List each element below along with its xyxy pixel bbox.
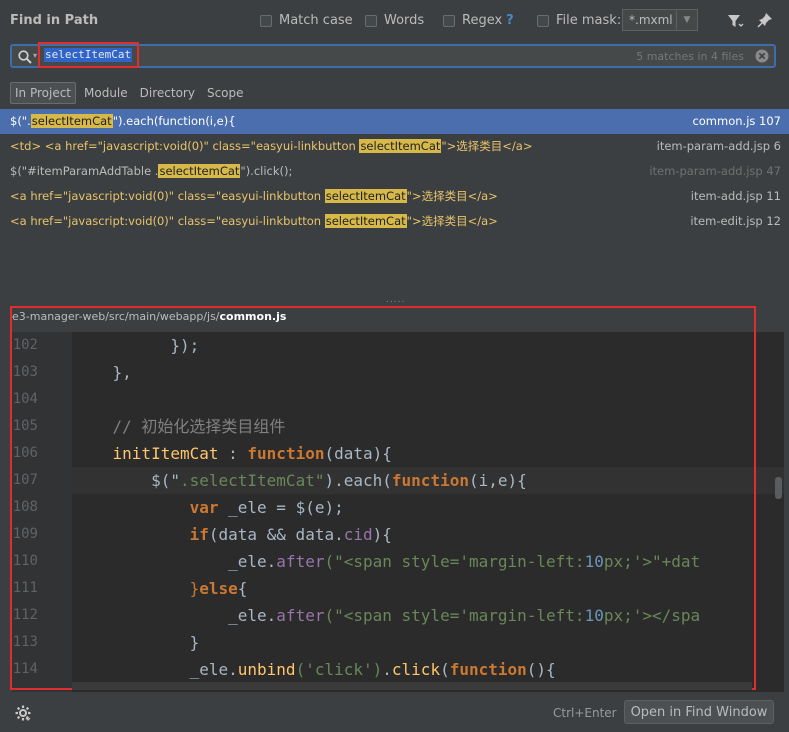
horizontal-scrollbar[interactable]	[72, 682, 752, 690]
scope-tabs: In Project Module Directory Scope	[10, 82, 252, 104]
filter-icon[interactable]	[726, 12, 744, 30]
search-icon[interactable]	[17, 49, 33, 65]
file-mask-label: File mask:	[556, 13, 622, 28]
result-row[interactable]: <td> <a href="javascript:void(0)" class=…	[0, 134, 789, 159]
results-list: $(".selectItemCat").each(function(i,e){ …	[0, 109, 789, 234]
shortcut-hint: Ctrl+Enter	[553, 706, 617, 720]
file-mask-select[interactable]: *.mxml ▼	[622, 9, 698, 31]
search-field-container[interactable]: ▾ selectItemCat 5 matches in 4 files	[10, 42, 776, 68]
match-case-option[interactable]: Match case	[260, 13, 353, 28]
gear-icon[interactable]	[14, 704, 32, 722]
tab-module[interactable]: Module	[80, 83, 132, 103]
tab-in-project[interactable]: In Project	[10, 82, 77, 104]
search-input[interactable]: selectItemCat	[44, 48, 133, 62]
search-highlight-box: selectItemCat	[38, 42, 139, 68]
result-file: item-add.jsp 11	[690, 189, 781, 203]
result-file: common.js 107	[692, 114, 781, 128]
match-case-label: Match case	[279, 13, 353, 28]
result-row[interactable]: <a href="javascript:void(0)" class="easy…	[0, 184, 789, 209]
clear-icon[interactable]	[754, 48, 770, 64]
words-option[interactable]: Words	[365, 13, 424, 28]
vertical-scrollbar[interactable]	[775, 477, 782, 499]
chevron-down-icon[interactable]: ▼	[676, 10, 697, 30]
dialog-title: Find in Path	[10, 13, 99, 28]
regex-option[interactable]: Regex ?	[443, 13, 514, 28]
file-mask-option[interactable]: File mask:	[537, 13, 621, 28]
words-label: Words	[384, 13, 425, 28]
search-history-chevron-icon[interactable]: ▾	[33, 51, 37, 60]
preview-highlight-box	[10, 306, 756, 690]
regex-help-icon[interactable]: ?	[506, 13, 514, 28]
result-row[interactable]: $("#itemParamAddTable .selectItemCat").c…	[0, 159, 789, 184]
splitter-handle[interactable]: .....	[0, 296, 789, 305]
tab-scope[interactable]: Scope	[203, 83, 248, 103]
find-header: Find in Path Match case Words Regex ? Fi…	[0, 0, 789, 42]
file-mask-checkbox[interactable]	[537, 14, 549, 27]
regex-label: Regex	[462, 13, 503, 28]
open-in-find-window-button[interactable]: Open in Find Window	[624, 700, 774, 724]
words-checkbox[interactable]	[365, 14, 377, 27]
match-case-checkbox[interactable]	[260, 14, 272, 27]
result-file: item-edit.jsp 12	[690, 214, 781, 228]
result-file: item-param-add.jsp 47	[649, 164, 781, 178]
regex-checkbox[interactable]	[443, 14, 455, 27]
dialog-footer: Ctrl+Enter Open in Find Window	[0, 696, 789, 732]
file-mask-value: *.mxml	[629, 13, 673, 27]
result-file: item-param-add.jsp 6	[656, 139, 781, 153]
result-row[interactable]: $(".selectItemCat").each(function(i,e){ …	[0, 109, 789, 134]
result-row[interactable]: <a href="javascript:void(0)" class="easy…	[0, 209, 789, 234]
match-count: 5 matches in 4 files	[636, 50, 744, 63]
pin-icon[interactable]	[756, 11, 774, 29]
tab-directory[interactable]: Directory	[136, 83, 199, 103]
